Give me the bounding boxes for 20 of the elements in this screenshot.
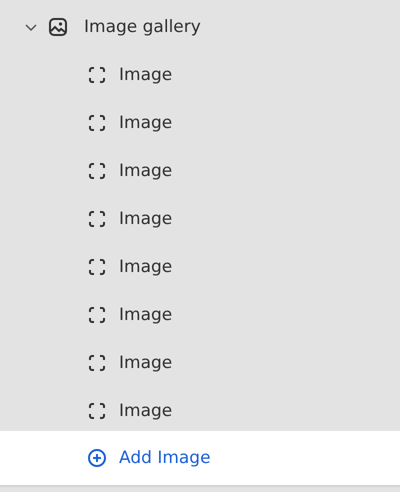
frame-icon [87, 65, 107, 85]
add-image-button[interactable]: Add Image [87, 448, 211, 468]
block-item[interactable]: Image [119, 65, 172, 85]
plus-circle-icon [87, 448, 107, 468]
block-item[interactable]: Image [119, 401, 172, 421]
block-item[interactable]: Image [119, 257, 172, 277]
frame-icon [87, 161, 107, 181]
section-title[interactable]: Image gallery [84, 17, 201, 37]
frame-icon [87, 113, 107, 133]
block-item[interactable]: Image [119, 113, 172, 133]
block-item[interactable]: Image [119, 161, 172, 181]
frame-icon [87, 257, 107, 277]
block-item[interactable]: Image [119, 353, 172, 373]
frame-icon [87, 305, 107, 325]
block-item[interactable]: Image [119, 305, 172, 325]
frame-icon [87, 401, 107, 421]
frame-icon [87, 209, 107, 229]
frame-icon [87, 353, 107, 373]
image-icon [48, 17, 68, 37]
block-item[interactable]: Image [119, 209, 172, 229]
